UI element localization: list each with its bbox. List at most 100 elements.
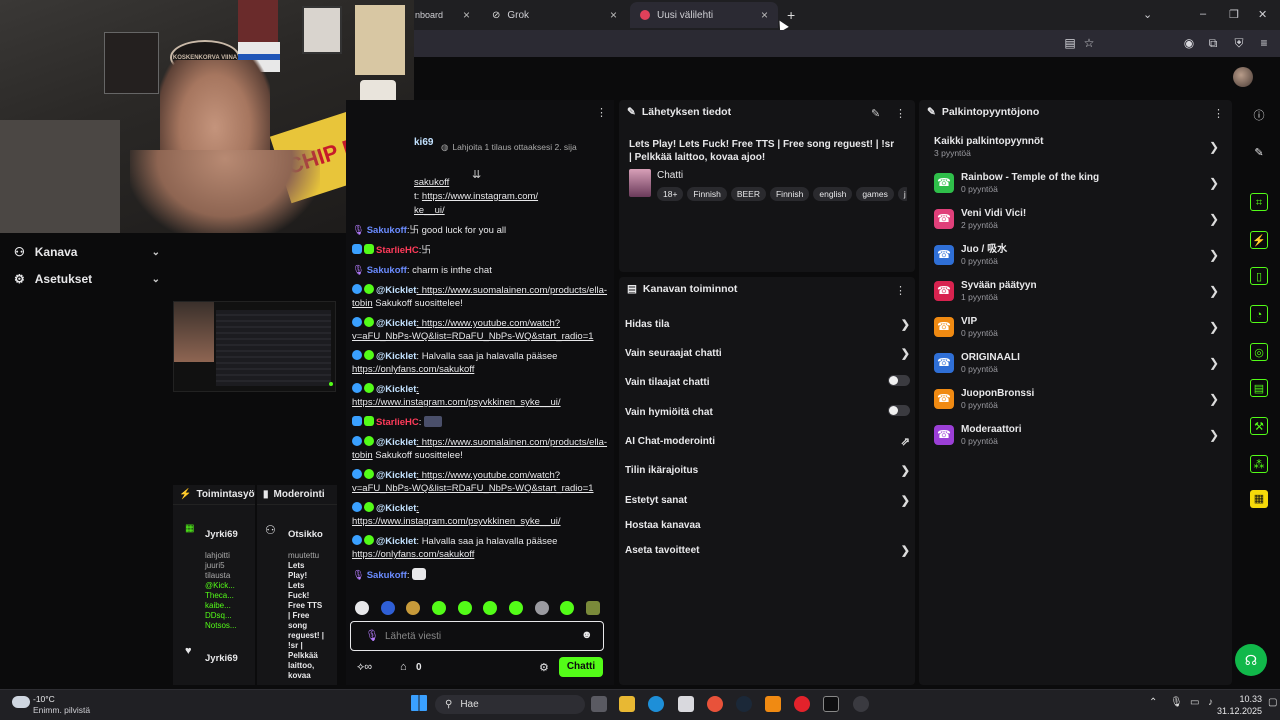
weather-desc[interactable]: Enimm. pilvistä <box>33 705 90 715</box>
weather-temp[interactable]: -10°C <box>33 694 55 704</box>
reader-icon[interactable]: ▤ <box>1063 36 1077 50</box>
tag[interactable]: Finnish <box>769 187 810 201</box>
account-icon[interactable]: ◉ <box>1182 36 1196 50</box>
action-age-restriction[interactable]: Tilin ikärajoitus ❯ <box>625 462 910 478</box>
reward-item[interactable]: ☎ VIP 0 pyyntöä ❯ <box>934 312 1219 342</box>
avatar[interactable] <box>1233 67 1253 87</box>
bookmark-star-icon[interactable]: ☆ <box>1082 36 1096 50</box>
stream-preview[interactable] <box>173 301 336 392</box>
action-ai-moderation[interactable]: AI Chat-moderointi ⇗ <box>625 433 910 449</box>
store-icon[interactable]: ⌂ <box>400 661 407 673</box>
message-link[interactable]: ke__ui/ <box>414 205 445 216</box>
kebab-icon[interactable]: ⋮ <box>596 106 607 119</box>
taskbar-search[interactable]: ⚲ Hae <box>435 695 585 714</box>
tag[interactable]: Finnish <box>687 187 727 201</box>
chat-user[interactable]: @Kicklet <box>376 536 416 547</box>
crop-icon[interactable]: ⌗ <box>1250 193 1268 211</box>
tab-grok[interactable]: ⊘ Grok × <box>482 2 627 28</box>
chat-user[interactable]: Sakukoff <box>367 225 407 236</box>
chat-bubble-icon[interactable]: ◔ <box>1250 305 1268 323</box>
chat-user[interactable]: StarlieHC <box>376 245 419 256</box>
chat-send-button[interactable]: Chatti <box>559 657 603 677</box>
tag[interactable]: english <box>813 187 853 201</box>
wrench-icon[interactable]: ⚒ <box>1250 417 1268 435</box>
gear-icon[interactable]: ⚙ <box>539 661 549 674</box>
emote-icon[interactable] <box>458 601 472 615</box>
maximize-icon[interactable]: ❐ <box>1229 8 1239 21</box>
tray-chevron-icon[interactable]: ⌃ <box>1149 697 1157 708</box>
firefox-icon[interactable] <box>707 696 723 712</box>
points-icon[interactable]: ⟡∞ <box>357 661 372 674</box>
action-set-goals[interactable]: Aseta tavoitteet ❯ <box>625 542 910 558</box>
tab-new-tab[interactable]: Uusi välilehti × <box>630 2 778 28</box>
action-blocked-words[interactable]: Estetyt sanat ❯ <box>625 492 910 508</box>
broadcast-icon[interactable]: ◎ <box>1250 343 1268 361</box>
emote-icon[interactable] <box>432 601 446 615</box>
reward-all[interactable]: Kaikki palkintopyynnöt 3 pyyntöä ❯ <box>934 132 1219 162</box>
message-link[interactable]: https://onlyfans.com/sakukoff <box>352 364 474 375</box>
chat-user[interactable]: @Kicklet <box>376 384 416 395</box>
help-headset-icon[interactable]: ☊ <box>1235 644 1267 676</box>
reward-item[interactable]: ☎ Juo / 吸水 0 pyyntöä ❯ <box>934 240 1219 270</box>
tab-dashboard[interactable]: nboard × <box>405 2 480 28</box>
edge-icon[interactable] <box>648 696 664 712</box>
windows-start-icon[interactable] <box>411 695 427 711</box>
kebab-icon[interactable]: ⋮ <box>895 107 906 120</box>
layers-icon[interactable]: ▤ <box>1250 379 1268 397</box>
emote-icon[interactable] <box>560 601 574 615</box>
subscribers-only-toggle[interactable] <box>888 375 910 386</box>
chat-user[interactable]: @Kicklet <box>376 503 416 514</box>
reward-item[interactable]: ☎ ORIGINAALI 0 pyyntöä ❯ <box>934 348 1219 378</box>
file-explorer-icon[interactable] <box>619 696 635 712</box>
emote-icon[interactable] <box>381 601 395 615</box>
chat-input[interactable] <box>385 628 575 644</box>
nav-item-kanava[interactable]: ⚇ Kanava ⌄ <box>14 245 160 259</box>
nodes-icon[interactable]: ⁂ <box>1250 455 1268 473</box>
chat-user[interactable]: @Kicklet <box>376 470 416 481</box>
emote-icon[interactable] <box>535 601 549 615</box>
emote-icon[interactable] <box>406 601 420 615</box>
chat-user[interactable]: @Kicklet <box>376 318 416 329</box>
reward-item[interactable]: ☎ Syvään päätyyn 1 pyyntöä ❯ <box>934 276 1219 306</box>
pencil-icon[interactable]: ✎ <box>1250 144 1268 162</box>
chat-user[interactable]: @Kicklet <box>376 437 416 448</box>
chat-user[interactable]: Sakukoff <box>367 570 407 581</box>
stream-category[interactable]: Chatti <box>657 170 683 181</box>
emote-icon[interactable] <box>483 601 497 615</box>
new-tab-button[interactable]: + <box>787 7 795 23</box>
action-host-channel[interactable]: Hostaa kanavaa <box>625 517 910 533</box>
reward-item[interactable]: ☎ Veni Vidi Vici! 2 pyyntöä ❯ <box>934 204 1219 234</box>
close-icon[interactable]: × <box>761 8 768 22</box>
store-icon[interactable] <box>678 696 694 712</box>
chat-user[interactable]: @Kicklet <box>376 285 416 296</box>
message-link[interactable]: https://onlyfans.com/sakukoff <box>352 549 474 560</box>
kebab-icon[interactable]: ⋮ <box>895 284 906 297</box>
tag[interactable]: BEER <box>730 187 766 201</box>
tag[interactable]: games <box>856 187 894 201</box>
edit-icon[interactable]: ✎ <box>871 107 880 120</box>
clock-date[interactable]: 31.12.2025 <box>1212 706 1262 716</box>
vlc-icon[interactable] <box>765 696 781 712</box>
kebab-icon[interactable]: ⋮ <box>1213 107 1224 120</box>
shield-icon[interactable]: ⛨ <box>1232 36 1246 50</box>
network-icon[interactable]: ▭ <box>1190 697 1199 708</box>
chat-user[interactable]: Sakukoff <box>367 265 407 276</box>
reward-item[interactable]: ☎ Rainbow - Temple of the king 0 pyyntöä … <box>934 168 1219 198</box>
close-icon[interactable]: × <box>610 8 617 22</box>
close-icon[interactable]: × <box>463 8 470 22</box>
minimize-icon[interactable]: – <box>1200 8 1206 20</box>
clock-time[interactable]: 10.33 <box>1222 694 1262 704</box>
terminal-icon[interactable] <box>823 696 839 712</box>
nav-item-asetukset[interactable]: ⚙ Asetukset ⌄ <box>14 272 160 286</box>
action-followers-only[interactable]: Vain seuraajat chatti ❯ <box>625 345 910 361</box>
reward-item[interactable]: ☎ Moderaattori 0 pyyntöä ❯ <box>934 420 1219 450</box>
clapper-icon[interactable]: ▦ <box>1250 490 1268 508</box>
emotes-only-toggle[interactable] <box>888 405 910 416</box>
info-icon[interactable]: ⓘ <box>1250 107 1268 125</box>
tag[interactable]: j <box>897 187 907 201</box>
document-icon[interactable]: ▯ <box>1250 267 1268 285</box>
notifications-icon[interactable]: ▢ <box>1268 697 1277 708</box>
emote-icon[interactable] <box>586 601 600 615</box>
window-close-icon[interactable]: ✕ <box>1258 8 1267 21</box>
message-link[interactable]: https://www.instagram.com/ <box>422 191 538 202</box>
